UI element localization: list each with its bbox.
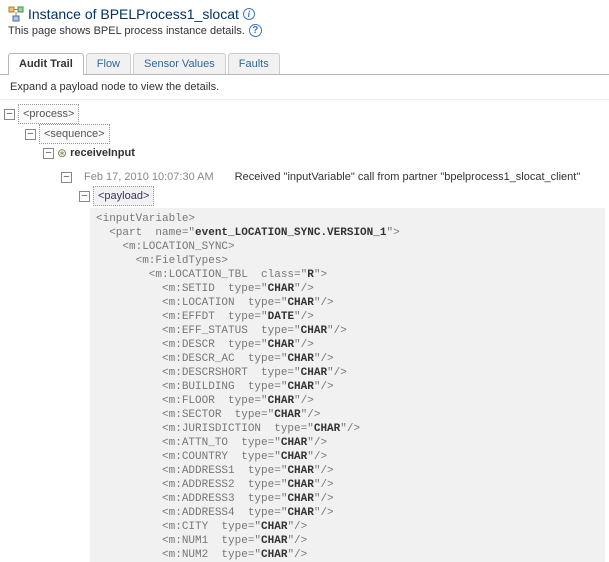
- info-icon[interactable]: i: [243, 8, 255, 20]
- timestamp: Feb 17, 2010 10:07:30 AM: [84, 168, 214, 186]
- collapse-icon[interactable]: −: [61, 172, 72, 183]
- expand-hint: Expand a payload node to view the detail…: [10, 81, 219, 93]
- collapse-icon[interactable]: −: [25, 129, 36, 140]
- receive-input-node[interactable]: receiveInput: [70, 144, 135, 162]
- process-node[interactable]: <process>: [18, 104, 79, 124]
- activity-message: Received "inputVariable" call from partn…: [235, 168, 581, 186]
- payload-xml: <inputVariable> <part name="event_LOCATI…: [90, 208, 605, 562]
- page-subtitle: This page shows BPEL process instance de…: [8, 25, 245, 37]
- collapse-icon[interactable]: −: [79, 191, 90, 202]
- page-title: Instance of BPELProcess1_slocat: [28, 6, 239, 22]
- collapse-icon[interactable]: −: [4, 109, 15, 120]
- tab-bar: Audit Trail Flow Sensor Values Faults: [0, 41, 609, 75]
- tab-sensor-values[interactable]: Sensor Values: [133, 53, 226, 74]
- audit-tree: − <process> − <sequence> − ⊛ receiveInpu…: [0, 100, 609, 562]
- help-icon[interactable]: ?: [249, 24, 262, 37]
- collapse-icon[interactable]: −: [43, 148, 54, 159]
- payload-node[interactable]: <payload>: [93, 186, 154, 206]
- tab-flow[interactable]: Flow: [86, 53, 131, 74]
- sequence-node[interactable]: <sequence>: [39, 124, 110, 144]
- process-icon: [8, 6, 24, 22]
- page-header: Instance of BPELProcess1_slocat i This p…: [0, 0, 609, 41]
- tab-audit-trail[interactable]: Audit Trail: [8, 53, 84, 75]
- tab-faults[interactable]: Faults: [228, 53, 280, 74]
- activity-icon: ⊛: [57, 144, 67, 162]
